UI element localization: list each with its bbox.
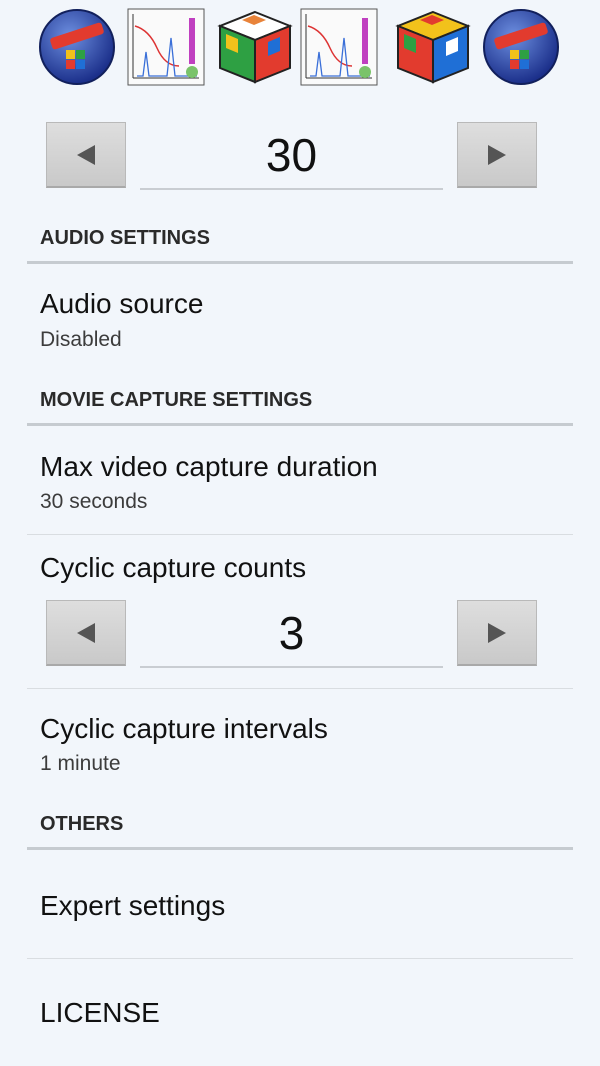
arrow-left-icon (77, 622, 95, 643)
arrow-right-icon (488, 622, 506, 643)
rubiks-cube-icon[interactable] (394, 8, 472, 86)
rubiks-cube-icon[interactable] (216, 8, 294, 86)
titration-chart-icon[interactable] (127, 8, 205, 86)
increment-button[interactable] (457, 600, 537, 666)
section-header-audio: AUDIO SETTINGS (40, 227, 211, 249)
top-number-stepper: 30 (0, 122, 600, 194)
section-divider (27, 261, 573, 264)
titration-chart-icon[interactable] (300, 8, 378, 86)
innercube-logo-icon[interactable] (38, 8, 116, 86)
section-divider (27, 847, 573, 850)
cyclic-counts-stepper: 3 (0, 600, 600, 672)
item-divider (27, 688, 573, 689)
decrement-button[interactable] (46, 122, 126, 188)
pref-title: Cyclic capture intervals (40, 713, 328, 744)
app-icons-row (0, 0, 600, 100)
item-divider (27, 958, 573, 959)
section-header-others: OTHERS (40, 813, 124, 835)
arrow-right-icon (488, 144, 506, 165)
decrement-button[interactable] (46, 600, 126, 666)
section-divider (27, 423, 573, 426)
pref-summary: 1 minute (40, 752, 121, 775)
item-divider (27, 534, 573, 535)
pref-title: Max video capture duration (40, 451, 378, 482)
increment-button[interactable] (457, 122, 537, 188)
innercube-logo-icon[interactable] (482, 8, 560, 86)
pref-title: Audio source (40, 288, 204, 319)
stepper-value[interactable]: 30 (140, 122, 443, 190)
pref-summary: 30 seconds (40, 490, 148, 513)
arrow-left-icon (77, 144, 95, 165)
stepper-value[interactable]: 3 (140, 600, 443, 668)
pref-title: Expert settings (40, 890, 226, 921)
pref-cyclic-capture-counts-title: Cyclic capture counts (40, 552, 307, 583)
pref-summary: Disabled (40, 328, 122, 351)
pref-title: LICENSE (40, 997, 160, 1028)
section-header-movie-capture: MOVIE CAPTURE SETTINGS (40, 389, 313, 411)
